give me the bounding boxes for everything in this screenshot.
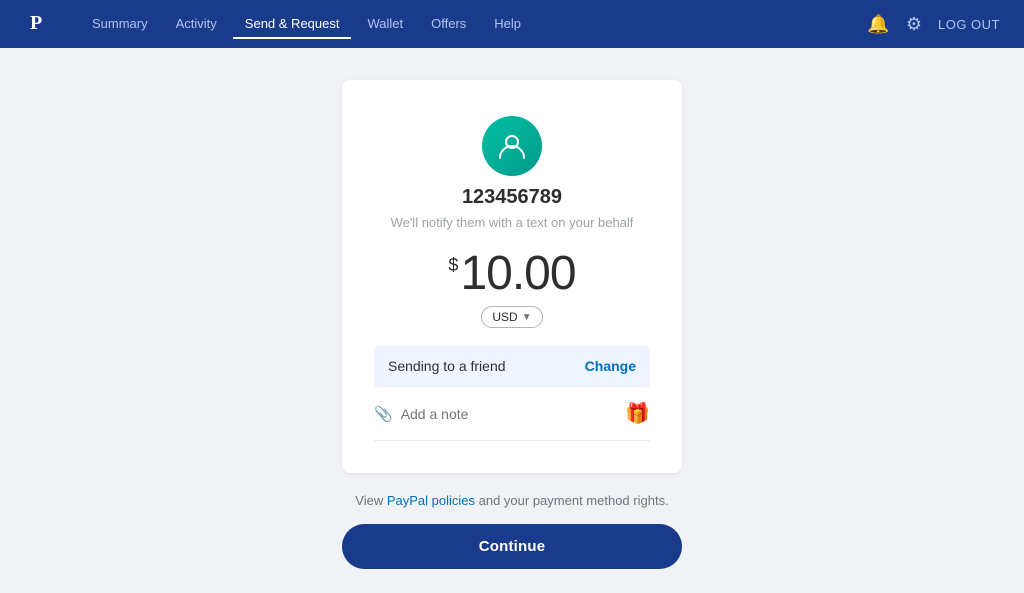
paypal-policies-link[interactable]: PayPal policies [387,493,475,508]
policies-prefix: View [355,493,387,508]
nav-item-wallet[interactable]: Wallet [355,10,415,39]
note-row: 📎 🎁 [374,387,650,441]
sending-type-row: Sending to a friend Change [374,346,650,386]
currency-symbol: $ [448,256,458,274]
header: P Summary Activity Send & Request Wallet… [0,0,1024,48]
person-icon [496,130,528,162]
payment-card: 123456789 We'll notify them with a text … [342,80,682,473]
amount-display: $ 10.00 [448,250,575,298]
change-button[interactable]: Change [585,358,636,374]
settings-icon[interactable]: ⚙ [906,14,922,35]
currency-selector[interactable]: USD ▼ [481,306,542,328]
note-left: 📎 [374,405,625,423]
amount-section: $ 10.00 USD ▼ [374,250,650,328]
currency-code: USD [492,310,517,324]
nav-item-send-request[interactable]: Send & Request [233,10,352,39]
recipient-name: 123456789 [462,186,562,209]
recipient-section: 123456789 We'll notify them with a text … [374,116,650,230]
nav-item-offers[interactable]: Offers [419,10,478,39]
main-nav: Summary Activity Send & Request Wallet O… [80,10,867,39]
nav-item-summary[interactable]: Summary [80,10,160,39]
chevron-down-icon: ▼ [522,312,532,323]
nav-item-activity[interactable]: Activity [164,10,229,39]
amount-value: 10.00 [460,250,575,298]
bell-icon[interactable]: 🔔 [867,14,889,35]
nav-item-help[interactable]: Help [482,10,533,39]
recipient-subtitle: We'll notify them with a text on your be… [391,215,634,230]
main-content: 123456789 We'll notify them with a text … [0,48,1024,593]
paypal-logo: P [24,8,52,41]
sending-label: Sending to a friend [388,358,506,374]
policies-text: View PayPal policies and your payment me… [355,493,668,508]
continue-button[interactable]: Continue [342,524,682,569]
svg-text:P: P [30,12,42,34]
gift-icon[interactable]: 🎁 [625,401,650,426]
header-right: 🔔 ⚙ LOG OUT [867,14,1000,35]
paperclip-icon: 📎 [374,405,393,423]
logout-button[interactable]: LOG OUT [938,17,1000,32]
note-input[interactable] [401,406,625,422]
avatar [482,116,542,176]
policies-suffix: and your payment method rights. [475,493,669,508]
